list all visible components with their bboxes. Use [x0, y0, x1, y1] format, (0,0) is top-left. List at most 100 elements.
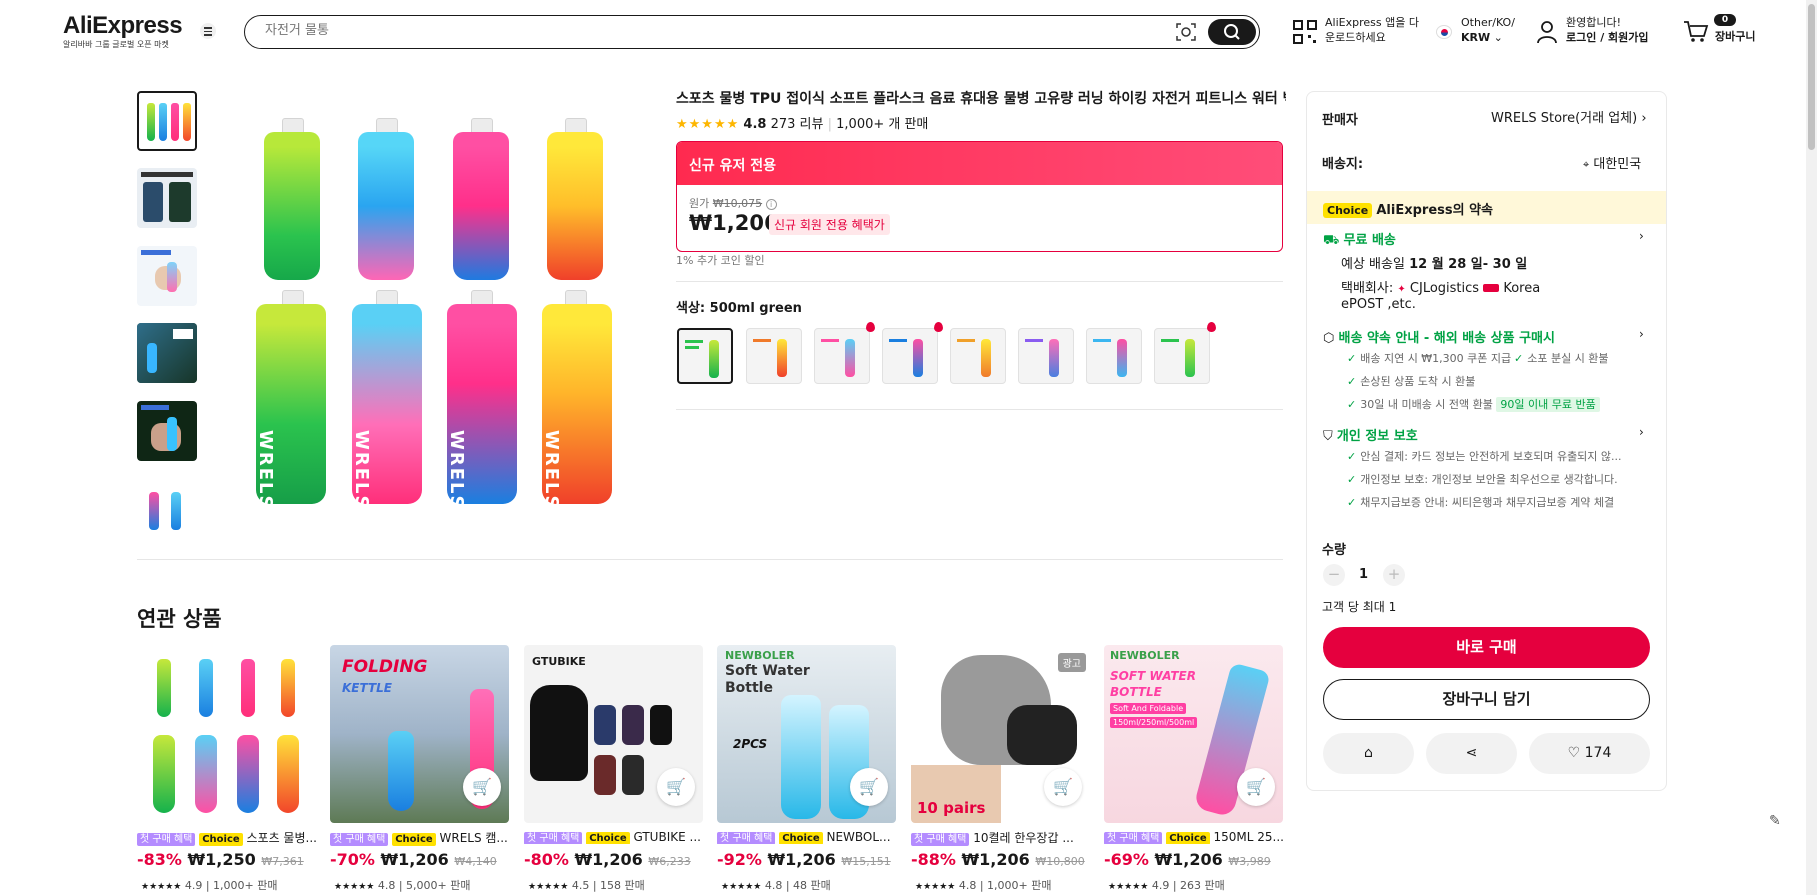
delivery-eta: 예상 배송일 12 월 28 일- 30 일	[1341, 253, 1527, 272]
star-icon: ★★★★★	[334, 882, 375, 892]
product-name[interactable]: 스포츠 물병...	[246, 831, 316, 845]
privacy-item: ✓ 개인정보 보호: 개인정보 보안을 최우선으로 생각합니다.	[1347, 473, 1618, 486]
carrier-name: CJLogistics	[1409, 281, 1480, 296]
quantity-label: 수량	[1322, 543, 1346, 558]
share-button[interactable]: ⋖	[1426, 733, 1517, 774]
divider	[676, 409, 1283, 410]
free-return-badge: 90일 이내 무료 반품	[1496, 397, 1600, 412]
bottle-brand-text: WRELS	[541, 430, 562, 511]
carrier-etc: ePOST ,etc.	[1341, 297, 1416, 312]
color-swatch[interactable]	[1154, 328, 1210, 384]
chevron-down-icon: ⌄	[1493, 31, 1503, 44]
gallery-thumbnail[interactable]	[137, 168, 197, 228]
seller-link[interactable]: WRELS Store(거래 업체) ›	[1491, 107, 1647, 126]
add-to-cart-icon[interactable]: 🛒	[657, 768, 695, 806]
add-to-cart-icon[interactable]: 🛒	[463, 768, 501, 806]
color-swatch[interactable]	[746, 328, 802, 384]
product-price: -83% ₩1,250 ₩7,361	[137, 850, 304, 869]
gallery-thumbnail[interactable]	[137, 91, 197, 151]
cart-label[interactable]: 장바구니	[1715, 29, 1755, 44]
buy-now-button[interactable]: 바로 구매	[1323, 627, 1650, 668]
divider	[137, 559, 1283, 560]
delivery-promise-row[interactable]: ⬡ 배송 약속 안내 - 해외 배송 상품 구매시	[1323, 327, 1555, 346]
privacy-item: ✓ 채무지급보증 안내: 씨티은행과 채무지급보증 계약 체결	[1347, 496, 1615, 509]
color-label: 색상: 500ml green	[676, 301, 802, 316]
info-icon[interactable]: i	[765, 199, 777, 210]
quantity-decrease-button[interactable]: −	[1323, 564, 1345, 586]
free-shipping-label: 무료 배송	[1343, 233, 1396, 248]
ship-to-selector[interactable]: ⌖ 대한민국	[1583, 153, 1641, 172]
gallery-thumbnail[interactable]	[137, 323, 197, 383]
product-name[interactable]: 10켤레 한우장갑 ...	[973, 831, 1074, 845]
choice-promise-title: AliExpress의 약속	[1376, 203, 1494, 218]
seller-name: WRELS Store(거래 업체)	[1491, 111, 1638, 126]
gallery-thumbnail[interactable]	[137, 401, 197, 461]
product-name[interactable]: GTUBIKE ...	[633, 830, 700, 844]
chevron-right-icon[interactable]: ›	[1639, 327, 1644, 341]
scrollbar-thumb[interactable]	[1808, 4, 1815, 150]
product-rating: ★★★★★ 4.8 | 48 판매	[721, 879, 831, 892]
chevron-right-icon[interactable]: ›	[1639, 425, 1644, 439]
color-swatch[interactable]	[1086, 328, 1142, 384]
quantity-value[interactable]: 1	[1359, 567, 1368, 582]
privacy-row[interactable]: ⛉ 개인 정보 보호	[1323, 425, 1418, 444]
quantity-increase-button[interactable]: +	[1383, 564, 1405, 586]
app-download-link[interactable]: AliExpress 앱을 다 운로드하세요	[1325, 15, 1419, 45]
color-swatch[interactable]	[814, 328, 870, 384]
search-button[interactable]	[1208, 19, 1256, 45]
aliexpress-logo[interactable]: AliExpress	[63, 12, 183, 40]
color-swatch[interactable]	[677, 328, 733, 384]
share-icon: ⋖	[1465, 745, 1478, 761]
check-icon: ✓	[1347, 375, 1357, 388]
product-tags: 첫 구매 혜택 Choice 스포츠 물병...	[137, 829, 316, 846]
gallery-thumbnail[interactable]	[137, 478, 197, 538]
promise-item: ✓ 배송 지연 시 ₩1,300 쿠폰 지급	[1347, 352, 1512, 365]
edit-feedback-icon[interactable]: ✎	[1769, 813, 1781, 829]
add-to-cart-button[interactable]: 장바구니 담기	[1323, 679, 1650, 720]
seller-label: 판매자	[1322, 113, 1358, 128]
product-thumbnail[interactable]	[137, 645, 316, 823]
free-shipping-row[interactable]: ⛟ 무료 배송	[1323, 229, 1396, 250]
account-menu[interactable]: 환영합니다! 로그인 / 회원가입	[1566, 15, 1649, 45]
color-swatch[interactable]	[882, 328, 938, 384]
color-swatch[interactable]	[950, 328, 1006, 384]
color-swatch[interactable]	[1018, 328, 1074, 384]
product-rating: ★★★★★ 4.9 | 1,000+ 판매	[141, 879, 278, 892]
site-header: AliExpress 알리바바 그룹 글로벌 오픈 마켓 AliExpress …	[0, 0, 1817, 64]
chevron-right-icon: ›	[1641, 111, 1647, 126]
cart-icon[interactable]	[1683, 20, 1709, 44]
rating-stars-icon: ★★★★★	[676, 117, 740, 132]
add-to-cart-icon[interactable]: 🛒	[1044, 768, 1082, 806]
locale-selector[interactable]: Other/KO/ KRW ⌄	[1461, 15, 1515, 45]
qr-code-icon[interactable]	[1292, 19, 1318, 45]
locale-line1: Other/KO/	[1461, 16, 1515, 29]
store-button[interactable]: ⌂	[1323, 733, 1414, 774]
wishlist-button[interactable]: ♡ 174	[1529, 733, 1650, 774]
product-name[interactable]: NEWBOL...	[826, 830, 890, 844]
login-signup-link[interactable]: 로그인 / 회원가입	[1566, 31, 1649, 44]
review-count-link[interactable]: 273 리뷰	[771, 117, 824, 132]
product-rating: ★★★★★ 4.5 | 158 판매	[528, 879, 645, 892]
box-icon: ⬡	[1323, 331, 1335, 346]
bottle-brand-text: WRELS	[446, 430, 467, 511]
menu-icon[interactable]	[200, 23, 216, 39]
wishlist-count: 174	[1584, 745, 1612, 761]
original-price: ₩10,075	[712, 197, 763, 210]
image-search-icon[interactable]	[1175, 22, 1197, 42]
epost-logo-icon	[1483, 284, 1500, 292]
star-icon: ★★★★★	[1108, 882, 1149, 892]
privacy-item: ✓ 안심 결제: 카드 정보는 안전하게 보호되며 유출되지 않...	[1347, 450, 1622, 463]
promise-item: ✓ 손상된 상품 도착 시 환불	[1347, 375, 1476, 388]
add-to-cart-icon[interactable]: 🛒	[1237, 768, 1275, 806]
add-to-cart-icon[interactable]: 🛒	[850, 768, 888, 806]
product-name[interactable]: 150ML 25...	[1213, 830, 1283, 844]
gallery-thumbnail[interactable]	[137, 246, 197, 306]
search-icon	[1224, 24, 1240, 40]
separator: |	[827, 117, 832, 132]
coin-discount-text: 1% 추가 코인 할인	[676, 254, 765, 267]
search-input[interactable]	[265, 23, 1165, 38]
user-icon[interactable]	[1536, 19, 1558, 45]
main-product-image[interactable]: WRELS WRELS WRELS WRELS	[240, 100, 630, 520]
product-name[interactable]: WRELS 캠...	[439, 831, 507, 845]
chevron-right-icon[interactable]: ›	[1639, 229, 1644, 243]
